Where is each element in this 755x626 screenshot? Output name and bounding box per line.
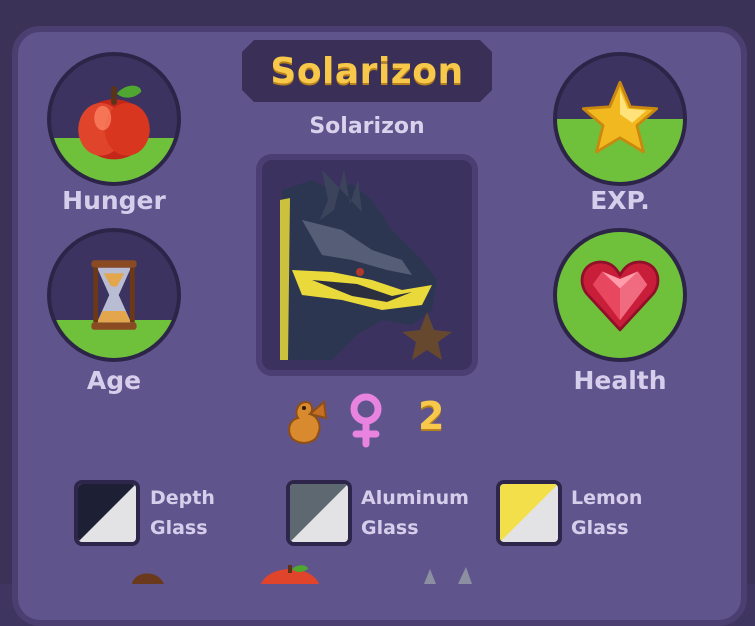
dragon-image bbox=[280, 170, 452, 360]
color-label-primary-line1: Depth bbox=[150, 487, 215, 509]
trait-count: 2 bbox=[418, 394, 445, 438]
color-swatch-secondary[interactable] bbox=[286, 480, 352, 546]
horns-item-icon-peek[interactable] bbox=[418, 565, 478, 584]
color-swatch-primary[interactable] bbox=[74, 480, 140, 546]
star-icon bbox=[581, 80, 659, 154]
hunger-meter[interactable] bbox=[47, 52, 181, 186]
color-label-tertiary-line2: Glass bbox=[571, 517, 629, 539]
heart-gem-icon bbox=[580, 260, 660, 332]
color-label-secondary-line1: Aluminum bbox=[361, 487, 469, 509]
hunger-label: Hunger bbox=[62, 186, 166, 215]
exp-label: EXP. bbox=[590, 186, 650, 215]
color-label-primary: Depth Glass bbox=[150, 483, 215, 543]
creature-name-subtitle: Solarizon bbox=[309, 114, 425, 139]
swatch-primary-graphic bbox=[78, 484, 136, 542]
apple-item-icon-peek[interactable] bbox=[258, 565, 322, 584]
swatch-secondary-graphic bbox=[290, 484, 348, 542]
creature-portrait[interactable] bbox=[256, 154, 478, 376]
apple-icon bbox=[78, 85, 150, 160]
name-plate: Solarizon bbox=[242, 40, 492, 102]
creature-name-title: Solarizon bbox=[270, 50, 464, 92]
hourglass-icon bbox=[91, 260, 137, 330]
female-symbol-icon bbox=[350, 393, 382, 448]
trait-row: 2 bbox=[280, 390, 480, 448]
exp-meter[interactable] bbox=[553, 52, 687, 186]
color-label-secondary: Aluminum Glass bbox=[361, 483, 469, 543]
color-label-primary-line2: Glass bbox=[150, 517, 208, 539]
swatch-tertiary-graphic bbox=[500, 484, 558, 542]
health-label: Health bbox=[573, 366, 667, 395]
color-label-secondary-line2: Glass bbox=[361, 517, 419, 539]
age-label: Age bbox=[86, 366, 142, 395]
health-meter[interactable] bbox=[553, 228, 687, 362]
age-meter[interactable] bbox=[47, 228, 181, 362]
color-swatch-tertiary[interactable] bbox=[496, 480, 562, 546]
item-icon-peek-1[interactable] bbox=[128, 565, 168, 584]
color-label-tertiary: Lemon Glass bbox=[571, 483, 642, 543]
color-label-tertiary-line1: Lemon bbox=[571, 487, 643, 509]
dragon-icon bbox=[288, 400, 328, 444]
